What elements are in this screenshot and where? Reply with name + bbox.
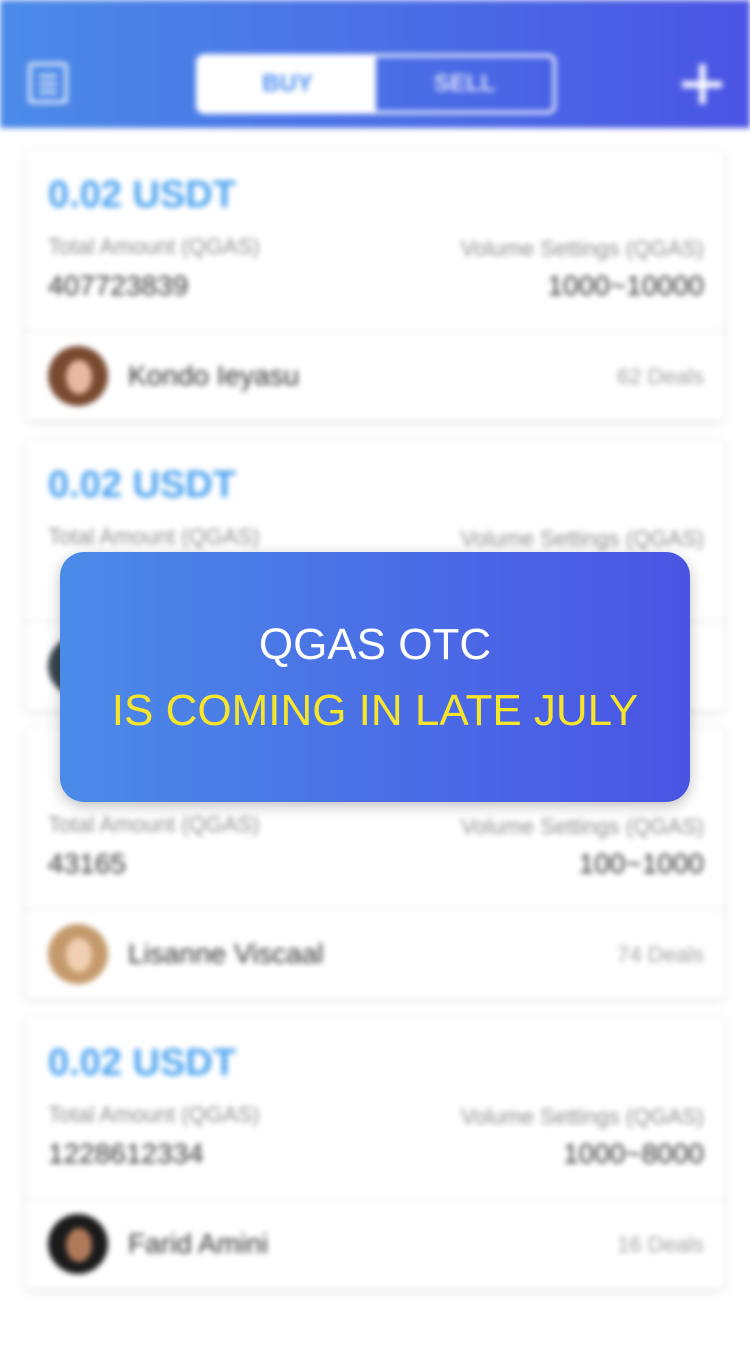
volume-settings-label: Volume Settings (QGAS) [460, 236, 704, 261]
total-amount-label: Total Amount (QGAS) [48, 812, 260, 837]
volume-settings-label: Volume Settings (QGAS) [460, 526, 704, 551]
total-amount-value: 1228612334 [48, 1138, 204, 1169]
total-amount-label: Total Amount (QGAS) [48, 524, 260, 549]
document-list-icon[interactable] [28, 62, 68, 104]
tab-buy[interactable]: BUY [199, 57, 376, 111]
avatar-face [66, 938, 92, 972]
listing-card[interactable]: 0.02 USDT Total Amount (QGAS) Volume Set… [26, 1018, 724, 1288]
volume-settings-value: 1000~8000 [563, 1138, 704, 1169]
deals-count: 74 Deals [617, 942, 704, 967]
otc-screen: BUY SELL 0.02 USDT Total Amount (QGAS) V… [0, 0, 750, 1354]
total-amount-label: Total Amount (QGAS) [48, 234, 260, 259]
unit-price: 0.02 USDT [48, 1042, 236, 1084]
coming-soon-dialog: QGAS OTC IS COMING IN LATE JULY [60, 552, 690, 802]
user-name: Farid Amini [128, 1228, 269, 1259]
volume-settings-label: Volume Settings (QGAS) [460, 1104, 704, 1129]
total-amount-value: 407723839 [48, 270, 189, 301]
unit-price: 0.02 USDT [48, 174, 236, 216]
avatar [48, 924, 108, 984]
dialog-subtitle: IS COMING IN LATE JULY [111, 686, 639, 735]
volume-settings-label: Volume Settings (QGAS) [460, 814, 704, 839]
volume-settings-value: 1000~10000 [547, 270, 704, 301]
deals-count: 62 Deals [617, 364, 704, 389]
avatar [48, 346, 108, 406]
tab-sell[interactable]: SELL [376, 57, 553, 111]
total-amount-value: 43165 [48, 848, 126, 879]
avatar-face [66, 360, 92, 394]
buy-sell-toggle: BUY SELL [196, 54, 556, 114]
card-divider [26, 1198, 724, 1200]
card-divider [26, 908, 724, 910]
user-name: Lisanne Viscaal [128, 938, 324, 969]
plus-icon[interactable] [682, 64, 722, 104]
dialog-title: QGAS OTC [258, 620, 492, 669]
listing-card[interactable]: 0.02 USDT Total Amount (QGAS) Volume Set… [26, 150, 724, 420]
user-name: Kondo Ieyasu [128, 360, 300, 391]
unit-price: 0.02 USDT [48, 464, 236, 506]
deals-count: 16 Deals [617, 1232, 704, 1257]
card-divider [26, 330, 724, 332]
volume-settings-value: 100~1000 [578, 848, 704, 879]
total-amount-label: Total Amount (QGAS) [48, 1102, 260, 1127]
avatar [48, 1214, 108, 1274]
avatar-face [66, 1228, 92, 1262]
header-bar: BUY SELL [0, 0, 750, 128]
